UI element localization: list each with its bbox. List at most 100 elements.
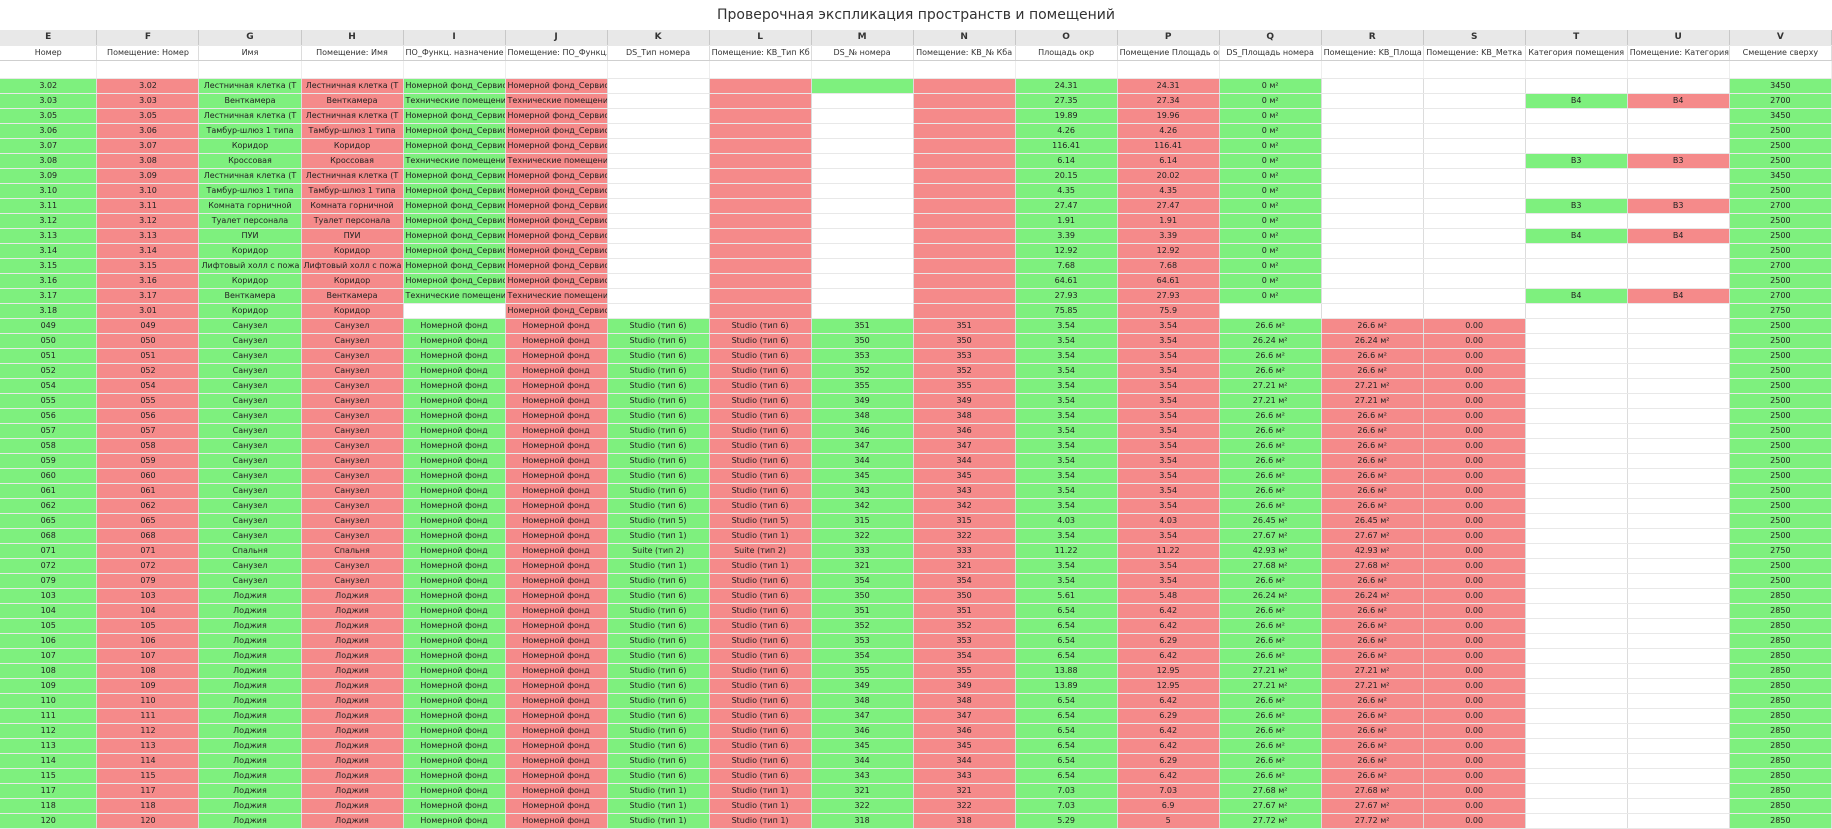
table-row[interactable]: 3.17 3.17 Венткамера Венткамера Технические … — [0, 288, 1832, 304]
cell-l[interactable]: Studio (тип 5) — [709, 513, 812, 529]
cell-v[interactable]: 2750 — [1729, 303, 1832, 319]
column-letter-u[interactable]: U — [1627, 30, 1730, 46]
table-row[interactable]: 071 071 Спальня Спальня Номерной фонд Номерно… — [0, 543, 1832, 559]
cell-q[interactable]: 27.72 м² — [1219, 813, 1322, 829]
cell-o[interactable]: 20.15 — [1015, 168, 1118, 184]
cell-f[interactable]: 057 — [96, 423, 200, 439]
cell-q[interactable]: 26.6 м² — [1219, 363, 1322, 379]
cell-e[interactable]: 3.17 — [0, 288, 98, 304]
cell-q[interactable]: 26.6 м² — [1219, 633, 1322, 649]
cell-h[interactable]: Санузел — [301, 318, 404, 334]
cell-t[interactable] — [1525, 408, 1628, 424]
cell-r[interactable]: 27.68 м² — [1321, 783, 1424, 799]
cell-t[interactable] — [1525, 423, 1628, 439]
table-row[interactable]: 062 062 Санузел Санузел Номерной фонд Номерно… — [0, 498, 1832, 514]
cell-r[interactable]: 26.6 м² — [1321, 438, 1424, 454]
table-row[interactable]: 118 118 Лоджия Лоджия Номерной фонд Номерной … — [0, 798, 1832, 814]
cell-j[interactable]: Номерной фонд_Сервис — [505, 303, 608, 319]
cell-k[interactable]: Studio (тип 6) — [607, 618, 710, 634]
cell-q[interactable]: 27.67 м² — [1219, 798, 1322, 814]
cell-s[interactable]: 0.00 — [1423, 768, 1526, 784]
cell-j[interactable]: Номерной фонд — [505, 363, 608, 379]
cell-t[interactable] — [1525, 528, 1628, 544]
cell-j[interactable]: Номерной фонд — [505, 453, 608, 469]
cell-h[interactable]: Лоджия — [301, 753, 404, 769]
cell-k[interactable] — [607, 183, 710, 199]
cell-h[interactable]: Лестничная клетка (Т — [301, 78, 404, 94]
cell-g[interactable]: Лоджия — [198, 633, 302, 649]
cell-t[interactable] — [1525, 393, 1628, 409]
cell-v[interactable]: 2850 — [1729, 603, 1832, 619]
cell-j[interactable]: Номерной фонд — [505, 318, 608, 334]
cell-t[interactable] — [1525, 513, 1628, 529]
cell-i[interactable]: Номерной фонд — [403, 603, 506, 619]
cell-r[interactable] — [1321, 123, 1424, 139]
cell-o[interactable]: 6.14 — [1015, 153, 1118, 169]
cell-h[interactable]: ПУИ — [301, 228, 404, 244]
cell-u[interactable] — [1627, 273, 1730, 289]
cell-l[interactable]: Studio (тип 1) — [709, 558, 812, 574]
cell-o[interactable]: 4.26 — [1015, 123, 1118, 139]
cell-t[interactable]: В4 — [1525, 93, 1628, 109]
cell-p[interactable]: 3.54 — [1117, 423, 1220, 439]
cell-h[interactable]: Коридор — [301, 243, 404, 259]
cell-u[interactable] — [1627, 678, 1730, 694]
cell-e[interactable]: 114 — [0, 753, 98, 769]
cell-n[interactable] — [913, 153, 1016, 169]
cell-f[interactable]: 117 — [96, 783, 200, 799]
cell-n[interactable]: 345 — [913, 738, 1016, 754]
cell-e[interactable]: 3.05 — [0, 108, 98, 124]
cell-q[interactable]: 27.21 м² — [1219, 393, 1322, 409]
cell-v[interactable]: 2500 — [1729, 423, 1832, 439]
cell-t[interactable] — [1525, 468, 1628, 484]
column-header-j[interactable]: Помещение: ПО_Функц. — [505, 45, 608, 61]
table-row[interactable]: 107 107 Лоджия Лоджия Номерной фонд Номерной … — [0, 648, 1832, 664]
column-letter-n[interactable]: N — [913, 30, 1016, 46]
column-letter-v[interactable]: V — [1729, 30, 1832, 46]
cell-f[interactable]: 107 — [96, 648, 200, 664]
cell-i[interactable] — [403, 303, 506, 319]
cell-e[interactable]: 061 — [0, 483, 98, 499]
cell-l[interactable]: Studio (тип 6) — [709, 768, 812, 784]
cell-q[interactable]: 26.6 м² — [1219, 618, 1322, 634]
table-row[interactable]: 112 112 Лоджия Лоджия Номерной фонд Номерной … — [0, 723, 1832, 739]
cell-s[interactable]: 0.00 — [1423, 678, 1526, 694]
cell-n[interactable]: 348 — [913, 408, 1016, 424]
cell-n[interactable]: 333 — [913, 543, 1016, 559]
cell-s[interactable] — [1423, 243, 1526, 259]
cell-i[interactable]: Номерной фонд — [403, 558, 506, 574]
cell-o[interactable]: 3.54 — [1015, 393, 1118, 409]
cell-q[interactable]: 26.6 м² — [1219, 768, 1322, 784]
table-row[interactable]: 110 110 Лоджия Лоджия Номерной фонд Номерной … — [0, 693, 1832, 709]
column-header-h[interactable]: Помещение: Имя — [301, 45, 404, 61]
cell-n[interactable] — [913, 108, 1016, 124]
cell-s[interactable] — [1423, 183, 1526, 199]
column-letter-t[interactable]: T — [1525, 30, 1628, 46]
cell-n[interactable]: 315 — [913, 513, 1016, 529]
cell-i[interactable]: Номерной фонд — [403, 438, 506, 454]
cell-o[interactable]: 3.54 — [1015, 423, 1118, 439]
cell-i[interactable]: Технические помещени — [403, 153, 506, 169]
table-row[interactable]: 057 057 Санузел Санузел Номерной фонд Номерно… — [0, 423, 1832, 439]
cell-j[interactable]: Номерной фонд_Сервис — [505, 258, 608, 274]
cell-g[interactable]: Коридор — [198, 243, 302, 259]
table-row[interactable]: 3.11 3.11 Комната горничной Комната горничн… — [0, 198, 1832, 214]
cell-e[interactable]: 054 — [0, 378, 98, 394]
cell-m[interactable]: 346 — [811, 723, 914, 739]
cell-u[interactable] — [1627, 423, 1730, 439]
cell-i[interactable]: Номерной фонд — [403, 363, 506, 379]
cell-u[interactable]: В3 — [1627, 198, 1730, 214]
cell-h[interactable]: Лоджия — [301, 678, 404, 694]
cell-v[interactable]: 2500 — [1729, 228, 1832, 244]
cell-t[interactable] — [1525, 168, 1628, 184]
cell-n[interactable]: 355 — [913, 378, 1016, 394]
cell-o[interactable]: 116.41 — [1015, 138, 1118, 154]
cell-u[interactable] — [1627, 498, 1730, 514]
cell-f[interactable]: 3.06 — [96, 123, 200, 139]
cell-j[interactable]: Номерной фонд_Сервис — [505, 78, 608, 94]
cell-e[interactable]: 079 — [0, 573, 98, 589]
cell-q[interactable]: 42.93 м² — [1219, 543, 1322, 559]
cell-o[interactable]: 5.61 — [1015, 588, 1118, 604]
cell-t[interactable]: В4 — [1525, 228, 1628, 244]
cell-q[interactable]: 26.6 м² — [1219, 708, 1322, 724]
